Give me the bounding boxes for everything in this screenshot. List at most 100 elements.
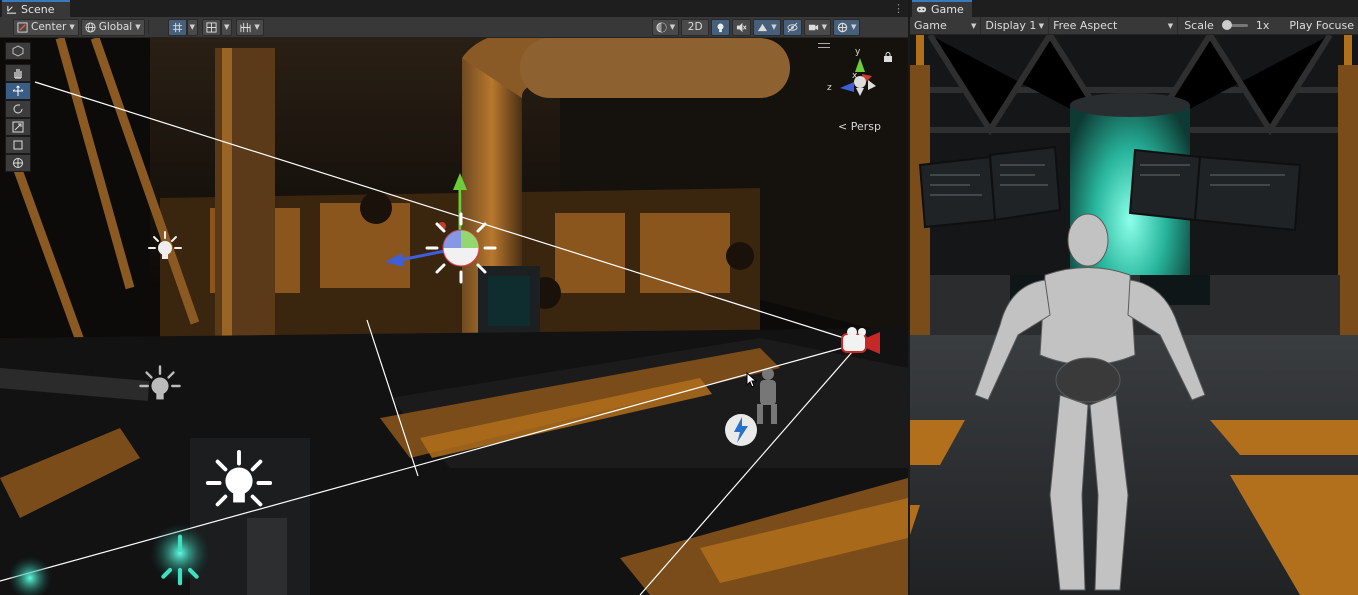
game-3d-render (910, 35, 1358, 595)
grid-visibility-icon (240, 22, 251, 32)
shading-mode-icon (656, 21, 667, 33)
tab-game[interactable]: Game (912, 0, 972, 17)
game-view-dropdown[interactable]: Game ▼ (910, 17, 982, 34)
transform-icon (13, 158, 23, 168)
aspect-chevron-down-icon: ▼ (1167, 21, 1174, 30)
scene-3d-render (0, 38, 908, 595)
game-tabbar: Game (910, 0, 1358, 18)
tool-view[interactable] (5, 42, 31, 60)
scale-label: Scale (1184, 19, 1214, 32)
game-tab-label: Game (931, 3, 964, 16)
tool-move[interactable] (5, 82, 31, 100)
scene-toolbar: Center ▼ Global ▼ ▼ ▼ ▼ ▼ 2D ▼ ▼ ▼ (0, 17, 908, 38)
pivot-chevron-down-icon: ▼ (69, 23, 75, 31)
space-label: Global (98, 21, 133, 33)
grid-visibility-chevron-down-icon: ▼ (254, 23, 260, 31)
effects-chevron-down-icon: ▼ (771, 23, 777, 31)
tool-rect[interactable] (5, 136, 31, 154)
mouse-cursor-icon (746, 372, 758, 388)
aspect-label: Free Aspect (1053, 19, 1118, 32)
axis-z-label: z (827, 83, 832, 93)
light-icon[interactable] (138, 364, 182, 408)
tool-scale[interactable] (5, 118, 31, 136)
toolbar-divider (147, 20, 149, 34)
lighting-toggle-button[interactable] (711, 18, 731, 36)
snap-increment-dropdown[interactable]: ▼ (221, 18, 233, 36)
gamepad-icon (916, 6, 927, 13)
rect-icon (13, 140, 23, 150)
lightning-icon[interactable] (723, 412, 759, 448)
draw-mode-dropdown[interactable]: ▼ (651, 18, 680, 36)
draw-mode-chevron-down-icon: ▼ (669, 23, 676, 31)
pivot-label: Center (31, 21, 67, 33)
audio-toggle-button[interactable] (732, 18, 752, 36)
tool-hand[interactable] (5, 64, 31, 82)
view-tool-icon (12, 45, 24, 57)
game-viewport[interactable] (910, 35, 1358, 595)
grid-chevron-down-icon: ▼ (189, 23, 196, 31)
projection-toggle[interactable]: < Persp (838, 120, 881, 133)
axis-y-label: y (855, 47, 861, 57)
mode-2d-button[interactable]: 2D (681, 18, 710, 36)
scene-tab-label: Scene (21, 3, 55, 16)
display-dropdown[interactable]: Display 1 ▼ (981, 17, 1050, 34)
light-icon[interactable] (147, 230, 183, 266)
scale-icon (12, 121, 24, 133)
aspect-dropdown[interactable]: Free Aspect ▼ (1049, 17, 1179, 34)
snap-chevron-down-icon: ▼ (224, 23, 230, 31)
audio-muted-icon (737, 22, 747, 32)
snap-increment-icon (206, 21, 217, 33)
grid-visibility-button[interactable]: ▼ (236, 18, 264, 36)
gizmos-dropdown[interactable]: ▼ (832, 18, 861, 36)
scene-tab-icon (6, 5, 17, 14)
space-dropdown[interactable]: Global ▼ (80, 18, 145, 36)
mode-2d-label: 2D (687, 21, 703, 33)
pivot-dropdown[interactable]: Center ▼ (13, 18, 79, 36)
chevron-left-icon: < (838, 120, 848, 133)
display-chevron-down-icon: ▼ (1038, 21, 1045, 30)
game-view-label: Game (914, 19, 947, 32)
space-chevron-down-icon: ▼ (135, 23, 141, 31)
lock-icon[interactable] (883, 52, 893, 62)
snap-increment-button[interactable] (202, 18, 222, 36)
camera-icon[interactable] (838, 324, 884, 364)
light-icon[interactable] (150, 530, 210, 590)
light-icon[interactable] (425, 212, 497, 284)
lightbulb-icon (717, 23, 724, 32)
gizmos-icon (837, 22, 848, 32)
orientation-gizmo[interactable]: y x z (822, 44, 892, 114)
scene-viewport[interactable]: y x z < Persp (0, 38, 908, 595)
scene-tabbar: Scene ⋮ (0, 0, 908, 18)
eye-slash-icon (787, 22, 798, 32)
effects-dropdown[interactable]: ▼ (753, 18, 781, 36)
display-label: Display 1 (985, 19, 1037, 32)
scale-value: 1x (1255, 19, 1270, 32)
tool-transform[interactable] (5, 154, 31, 172)
effects-icon (758, 23, 768, 31)
game-view-chevron-down-icon: ▼ (971, 21, 977, 30)
gizmo-menu-icon[interactable] (818, 43, 830, 48)
light-icon[interactable] (204, 448, 274, 518)
play-focused-dropdown[interactable]: Play Focuse (1273, 19, 1358, 32)
tool-palette (5, 42, 33, 172)
persp-label: Persp (850, 120, 881, 133)
grid-snap-icon (172, 22, 182, 32)
tool-rotate[interactable] (5, 100, 31, 118)
scale-slider-handle[interactable] (1221, 20, 1232, 30)
tab-scene[interactable]: Scene (2, 0, 70, 17)
pivot-icon (17, 21, 28, 33)
game-toolbar: Game ▼ Display 1 ▼ Free Aspect ▼ Scale 1… (910, 17, 1358, 35)
hidden-objects-button[interactable] (782, 18, 802, 36)
hand-icon (14, 69, 22, 79)
globe-icon (85, 21, 96, 33)
grid-snap-dropdown[interactable]: ▼ (186, 18, 199, 36)
scale-slider[interactable] (1221, 20, 1248, 30)
camera-chevron-down-icon: ▼ (821, 23, 827, 31)
scene-kebab-menu-icon[interactable]: ⋮ (893, 3, 904, 14)
gizmos-chevron-down-icon: ▼ (850, 23, 857, 31)
rotate-icon (13, 104, 23, 114)
game-panel: Game Game ▼ Display 1 ▼ Free Aspect ▼ Sc… (910, 0, 1358, 595)
camera-icon (808, 24, 818, 30)
grid-snap-button[interactable] (167, 18, 187, 36)
camera-settings-dropdown[interactable]: ▼ (803, 18, 831, 36)
